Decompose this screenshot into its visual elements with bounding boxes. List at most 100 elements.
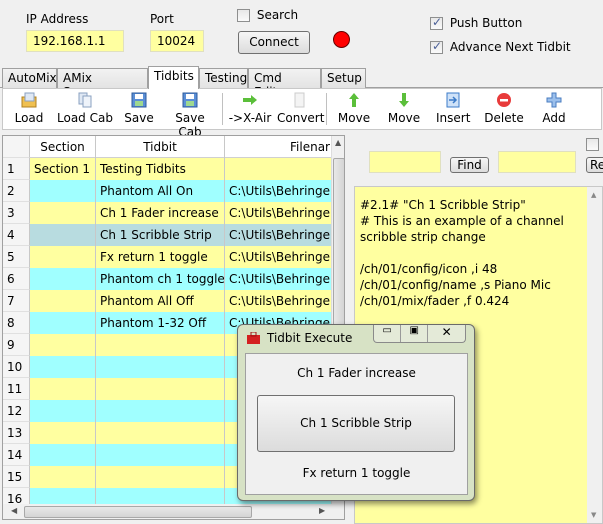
tidbit-cell[interactable] bbox=[96, 466, 225, 488]
tidbit-cell[interactable]: Phantom 1-32 Off bbox=[96, 312, 225, 334]
search-checkbox[interactable] bbox=[237, 9, 250, 22]
table-row[interactable]: 5 Fx return 1 toggleC:\Utils\Behringer\F bbox=[3, 246, 333, 268]
delete-button[interactable]: Delete bbox=[484, 91, 524, 129]
save-button[interactable]: Save bbox=[123, 91, 155, 129]
editor-scrollbar[interactable]: ▲ ▼ bbox=[587, 187, 602, 523]
find-button[interactable]: Find bbox=[450, 157, 489, 173]
row-number[interactable]: 14 bbox=[3, 444, 30, 466]
push-button-checkbox[interactable] bbox=[430, 15, 443, 30]
scroll-thumb[interactable] bbox=[333, 158, 344, 348]
close-button[interactable]: ✕ bbox=[428, 325, 465, 342]
load-button[interactable]: Load bbox=[11, 91, 47, 129]
tidbit-cell[interactable]: Fx return 1 toggle bbox=[96, 246, 225, 268]
ip-address-input[interactable]: 192.168.1.1 bbox=[26, 30, 124, 52]
table-row[interactable]: 1 Section 1 Testing Tidbits bbox=[3, 158, 333, 180]
tidbit-cell[interactable] bbox=[96, 444, 225, 466]
filename-cell[interactable]: C:\Utils\Behringer\F bbox=[225, 180, 333, 202]
column-header-filename[interactable]: Filenar bbox=[225, 136, 333, 158]
section-cell[interactable] bbox=[30, 312, 96, 334]
row-number[interactable]: 12 bbox=[3, 400, 30, 422]
tidbit-cell[interactable] bbox=[96, 334, 225, 356]
row-number[interactable]: 7 bbox=[3, 290, 30, 312]
find-input[interactable] bbox=[369, 151, 441, 173]
table-row[interactable]: 2 Phantom All OnC:\Utils\Behringer\F bbox=[3, 180, 333, 202]
tab-testing[interactable]: Testing bbox=[199, 68, 248, 88]
section-cell[interactable] bbox=[30, 378, 96, 400]
section-cell[interactable] bbox=[30, 422, 96, 444]
row-number[interactable]: 2 bbox=[3, 180, 30, 202]
section-cell[interactable]: Section 1 bbox=[30, 158, 96, 180]
row-number[interactable]: 9 bbox=[3, 334, 30, 356]
tidbit-cell[interactable] bbox=[96, 378, 225, 400]
scroll-up-icon[interactable]: ▲ bbox=[591, 191, 596, 199]
tidbit-cell[interactable] bbox=[96, 400, 225, 422]
connect-button[interactable]: Connect bbox=[238, 31, 310, 54]
tab-setup[interactable]: Setup bbox=[321, 68, 366, 88]
row-number[interactable]: 10 bbox=[3, 356, 30, 378]
row-number[interactable]: 5 bbox=[3, 246, 30, 268]
tidbit-cell[interactable] bbox=[96, 422, 225, 444]
tidbit-cell[interactable]: Testing Tidbits bbox=[96, 158, 225, 180]
scroll-up-icon[interactable]: ▲ bbox=[335, 138, 341, 147]
horizontal-scroll-thumb[interactable] bbox=[24, 506, 252, 518]
filename-cell[interactable]: C:\Utils\Behringer\F bbox=[225, 246, 333, 268]
section-cell[interactable] bbox=[30, 290, 96, 312]
section-cell[interactable] bbox=[30, 268, 96, 290]
column-header-tidbit[interactable]: Tidbit bbox=[96, 136, 225, 158]
search-checkbox-group[interactable]: Search bbox=[237, 8, 298, 22]
tidbit-cell[interactable] bbox=[96, 356, 225, 378]
tab-tidbits[interactable]: Tidbits bbox=[148, 66, 199, 89]
advance-next-checkbox[interactable] bbox=[430, 39, 443, 54]
section-cell[interactable] bbox=[30, 466, 96, 488]
scroll-right-icon[interactable]: ▶ bbox=[319, 506, 325, 515]
filename-cell[interactable]: C:\Utils\Behringer\F bbox=[225, 224, 333, 246]
replace-input[interactable] bbox=[498, 151, 576, 173]
column-header-section[interactable]: Section bbox=[30, 136, 96, 158]
scroll-down-icon[interactable]: ▼ bbox=[591, 511, 596, 519]
section-cell[interactable] bbox=[30, 224, 96, 246]
tab-amix-summary[interactable]: AMix Summary bbox=[57, 68, 148, 99]
maximize-button[interactable]: ▣ bbox=[401, 325, 429, 342]
table-row[interactable]: 7 Phantom All OffC:\Utils\Behringer\F bbox=[3, 290, 333, 312]
move-up-button[interactable]: Move bbox=[337, 91, 371, 129]
add-button[interactable]: Add bbox=[539, 91, 569, 129]
grid-horizontal-scrollbar[interactable]: ◀ ▶ bbox=[3, 504, 344, 519]
section-cell[interactable] bbox=[30, 334, 96, 356]
tidbit-cell[interactable]: Ch 1 Scribble Strip bbox=[96, 224, 225, 246]
to-xair-button[interactable]: ->X-Air bbox=[227, 91, 273, 129]
row-number[interactable]: 13 bbox=[3, 422, 30, 444]
filename-cell[interactable] bbox=[225, 158, 333, 180]
save-cab-button[interactable]: Save Cab bbox=[163, 91, 217, 139]
section-cell[interactable] bbox=[30, 444, 96, 466]
row-number[interactable]: 11 bbox=[3, 378, 30, 400]
section-cell[interactable] bbox=[30, 246, 96, 268]
row-number[interactable]: 1 bbox=[3, 158, 30, 180]
table-row[interactable]: 3 Ch 1 Fader increaseC:\Utils\Behringer\F bbox=[3, 202, 333, 224]
table-row[interactable]: 4 Ch 1 Scribble StripC:\Utils\Behringer\F bbox=[3, 224, 333, 246]
tidbit-cell[interactable]: Phantom All On bbox=[96, 180, 225, 202]
advance-next-option[interactable]: Advance Next Tidbit bbox=[430, 39, 571, 54]
filename-cell[interactable]: C:\Utils\Behringer\F bbox=[225, 202, 333, 224]
filename-cell[interactable]: C:\Utils\Behringer\F bbox=[225, 268, 333, 290]
replace-button[interactable]: Re bbox=[586, 157, 603, 173]
load-cab-button[interactable]: Load Cab bbox=[55, 91, 115, 129]
tab-cmd-editor[interactable]: Cmd Editor bbox=[248, 68, 321, 99]
section-cell[interactable] bbox=[30, 356, 96, 378]
port-input[interactable]: 10024 bbox=[150, 30, 204, 52]
row-number[interactable]: 4 bbox=[3, 224, 30, 246]
row-number[interactable]: 8 bbox=[3, 312, 30, 334]
convert-button[interactable]: Convert bbox=[277, 91, 324, 129]
find-option[interactable] bbox=[586, 137, 599, 151]
row-number[interactable]: 6 bbox=[3, 268, 30, 290]
minimize-button[interactable]: ▭ bbox=[374, 325, 402, 342]
tidbit-cell[interactable]: Ch 1 Fader increase bbox=[96, 202, 225, 224]
section-cell[interactable] bbox=[30, 180, 96, 202]
row-number[interactable]: 15 bbox=[3, 466, 30, 488]
execute-tidbit-button[interactable]: Ch 1 Scribble Strip bbox=[257, 395, 455, 452]
tidbit-cell[interactable]: Phantom All Off bbox=[96, 290, 225, 312]
find-option-checkbox[interactable] bbox=[586, 138, 599, 151]
row-number[interactable]: 3 bbox=[3, 202, 30, 224]
push-button-option[interactable]: Push Button bbox=[430, 15, 522, 30]
table-row[interactable]: 6 Phantom ch 1 toggleC:\Utils\Behringer\F bbox=[3, 268, 333, 290]
scroll-left-icon[interactable]: ◀ bbox=[11, 506, 17, 515]
